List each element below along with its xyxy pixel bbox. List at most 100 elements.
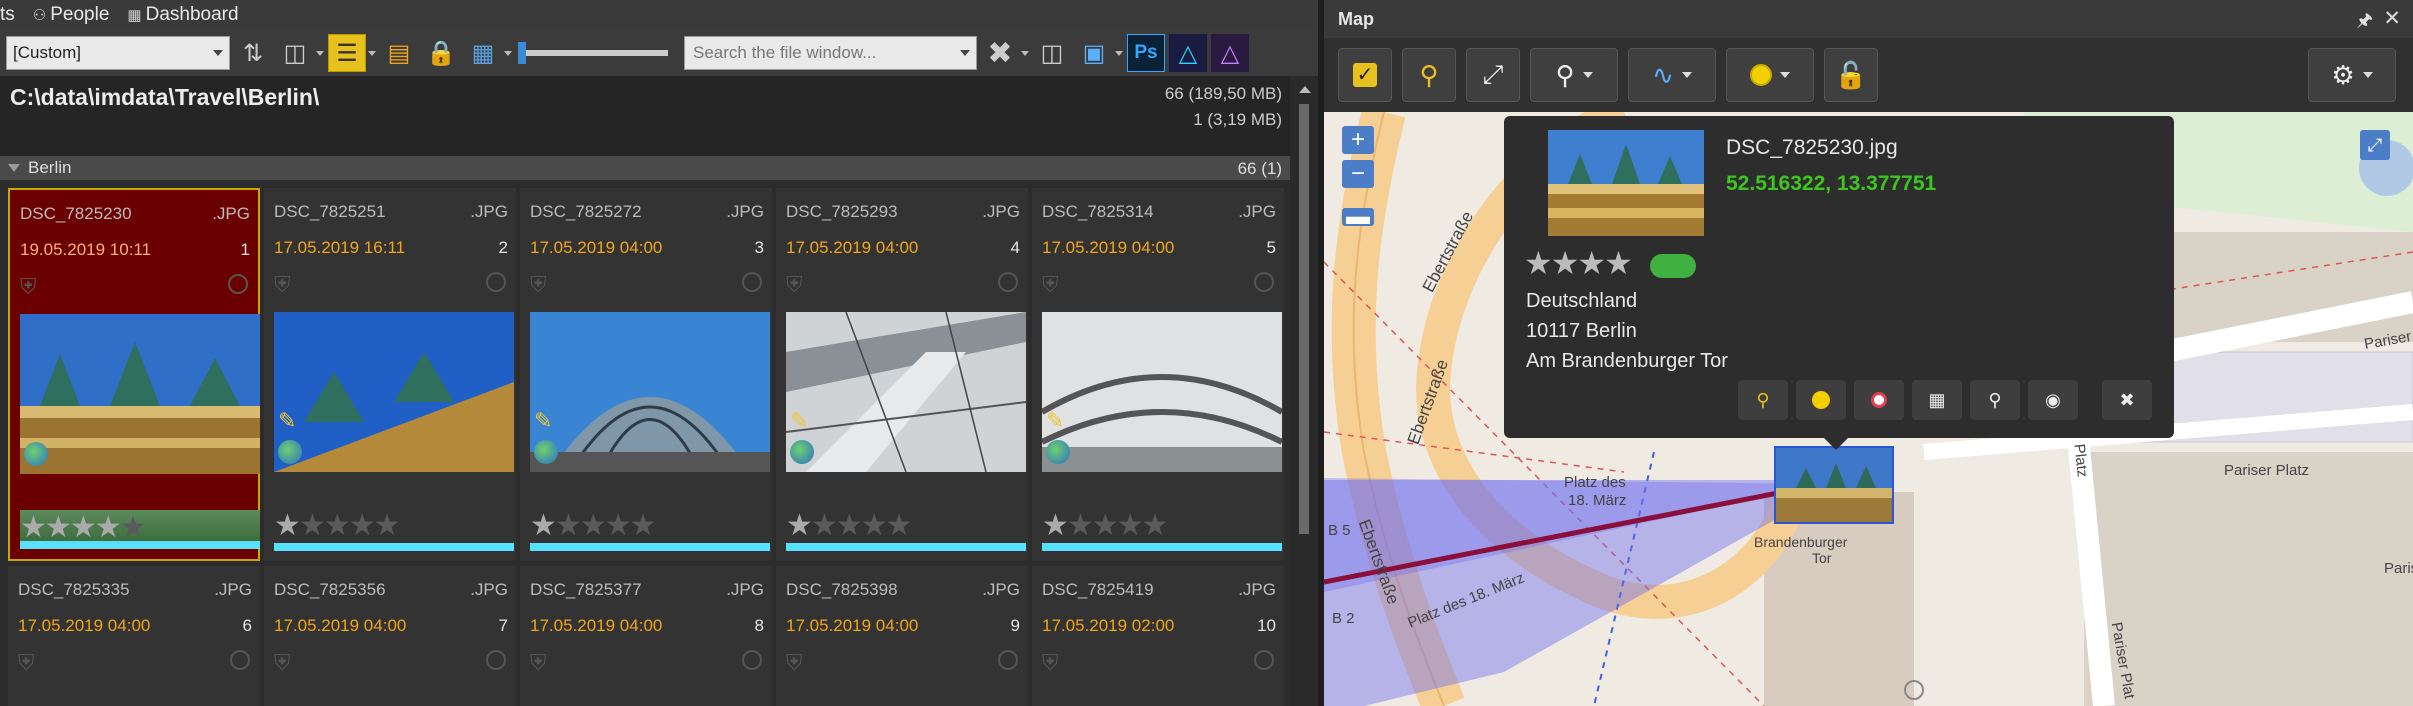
affinity-photo-icon[interactable]: △ [1169,34,1207,72]
file-tile[interactable]: DSC_7825356 .JPG 17.05.2019 04:00 7 ⛨ [264,566,516,706]
chevron-down-icon[interactable] [960,50,970,56]
chevron-down-icon[interactable] [368,50,376,56]
file-thumbnail[interactable] [274,312,514,472]
view-combo[interactable]: [Custom] [6,36,230,70]
popup-grid-button[interactable]: ▦ [1912,380,1962,420]
search-location-button[interactable]: ⚲ [1530,48,1618,102]
file-tile[interactable]: DSC_7825419 .JPG 17.05.2019 02:00 10 ⛨ [1032,566,1284,706]
star-icon[interactable]: ★ [324,509,351,542]
star-icon[interactable]: ★ [1042,509,1069,542]
file-tile[interactable]: DSC_7825230 .JPG 19.05.2019 10:11 1 ⛨ ★★★★★ [8,188,260,561]
star-icon[interactable]: ★ [20,511,47,544]
info-icon[interactable] [742,650,762,670]
star-icon[interactable]: ★ [274,509,301,542]
star-icon[interactable]: ★ [349,509,376,542]
popup-rating[interactable]: ★★★★ [1524,244,1633,282]
list-view-icon[interactable]: ☰ [328,34,366,72]
popup-search-button[interactable]: ⚲ [1970,380,2020,420]
star-icon[interactable]: ★ [861,509,888,542]
color-label-badge[interactable] [1650,254,1696,278]
star-icon[interactable]: ★ [580,509,607,542]
file-tile[interactable]: DSC_7825293 .JPG 17.05.2019 04:00 4 ⛨ ✎ ★★★★★ [776,188,1028,561]
vertical-scrollbar[interactable] [1290,76,1318,706]
zoom-in-button[interactable]: + [1342,126,1374,154]
info-icon[interactable] [230,650,250,670]
unlock-button[interactable]: 🔓 [1824,48,1878,102]
popup-thumbnail[interactable] [1548,130,1704,236]
info-icon[interactable] [998,272,1018,292]
affinity-designer-icon[interactable]: △ [1211,34,1249,72]
star-icon[interactable]: ★ [45,511,72,544]
popup-target-button[interactable] [1854,380,1904,420]
star-icon[interactable]: ★ [605,509,632,542]
file-thumbnail[interactable] [530,312,770,472]
scrollbar-thumb[interactable] [1299,104,1309,534]
menu-item-dashboard[interactable]: ▦ Dashboard [127,4,238,26]
map-view[interactable]: + − ▬ Ebertstraße Ebertstraße Ebertstraß… [1324,112,2413,706]
star-icon[interactable]: ★ [836,509,863,542]
file-tile[interactable]: DSC_7825314 .JPG 17.05.2019 04:00 5 ⛨ ✎ ★★★★★ [1032,188,1284,561]
zoom-out-button[interactable]: − [1342,160,1374,188]
star-icon[interactable]: ★ [630,509,657,542]
star-icon[interactable]: ★ [1142,509,1169,542]
pin-marker-button[interactable]: ⚲ [1402,48,1456,102]
star-icon[interactable]: ★ [374,509,401,542]
photoshop-icon[interactable]: Ps [1127,34,1165,72]
star-icon[interactable]: ★ [95,511,122,544]
star-icon[interactable]: ★ [1067,509,1094,542]
group-header[interactable]: Berlin 66 (1) [0,156,1290,180]
file-thumbnail[interactable] [786,312,1026,472]
popup-pin-button[interactable]: ⚲ [1738,380,1788,420]
file-tile[interactable]: DSC_7825335 .JPG 17.05.2019 04:00 6 ⛨ [8,566,260,706]
select-button[interactable]: ✓ [1338,48,1392,102]
sort-icon[interactable]: ⇅ [234,34,272,72]
file-tile[interactable]: DSC_7825398 .JPG 17.05.2019 04:00 9 ⛨ [776,566,1028,706]
rating-stars[interactable]: ★★★★★ [20,510,147,545]
clear-filter-icon[interactable]: ✖ [981,34,1019,72]
rating-stars[interactable]: ★★★★★ [1042,508,1169,543]
database-icon[interactable]: ◫ [1033,34,1071,72]
file-thumbnail[interactable] [20,314,260,474]
marker-style-button[interactable] [1726,48,1814,102]
info-icon[interactable] [1254,650,1274,670]
lock-icon[interactable]: 🔒 [422,34,460,72]
collapse-icon[interactable] [8,164,20,172]
rows-view-icon[interactable]: ▤ [380,34,418,72]
star-icon[interactable]: ★ [811,509,838,542]
photo-marker[interactable] [1774,446,1894,524]
file-tile[interactable]: DSC_7825272 .JPG 17.05.2019 04:00 3 ⛨ ✎ ★★★★★ [520,188,772,561]
star-icon[interactable]: ★ [70,511,97,544]
fit-bounds-button[interactable]: ⤢ [1466,48,1520,102]
star-icon[interactable]: ★ [530,509,557,542]
info-icon[interactable] [998,650,1018,670]
chevron-down-icon[interactable] [316,50,324,56]
star-icon[interactable]: ★ [886,509,913,542]
info-icon[interactable] [486,272,506,292]
rating-stars[interactable]: ★★★★★ [274,508,401,543]
close-icon[interactable]: ✕ [2383,6,2401,31]
popup-globe-button[interactable]: ◉ [2028,380,2078,420]
star-icon[interactable]: ★ [299,509,326,542]
settings-button[interactable]: ⚙ [2308,48,2396,102]
track-button[interactable]: ∿ [1628,48,1716,102]
pin-icon[interactable]: 🖈 [2356,8,2373,38]
file-thumbnail[interactable] [1042,312,1282,472]
image-editor-icon[interactable]: ▣ [1075,34,1113,72]
info-icon[interactable] [486,650,506,670]
chevron-down-icon[interactable] [1021,50,1029,56]
star-icon[interactable]: ★ [1092,509,1119,542]
star-icon[interactable]: ★ [786,509,813,542]
thumbnail-size-slider[interactable] [518,42,668,64]
chevron-down-icon[interactable] [504,50,512,56]
info-icon[interactable] [1254,272,1274,292]
info-icon[interactable] [228,274,248,294]
menu-item-people[interactable]: ⚇ People [33,4,110,26]
rating-stars[interactable]: ★★★★★ [530,508,657,543]
slider-knob[interactable] [518,42,526,64]
file-tile[interactable]: DSC_7825251 .JPG 17.05.2019 16:11 2 ⛨ ✎ ★★★★★ [264,188,516,561]
star-icon[interactable]: ★ [120,511,147,544]
popup-coordinates[interactable]: 52.516322, 13.377751 [1726,172,1936,196]
menu-item-ts[interactable]: ts [0,4,15,26]
popup-dot-button[interactable] [1796,380,1846,420]
star-icon[interactable]: ★ [1117,509,1144,542]
